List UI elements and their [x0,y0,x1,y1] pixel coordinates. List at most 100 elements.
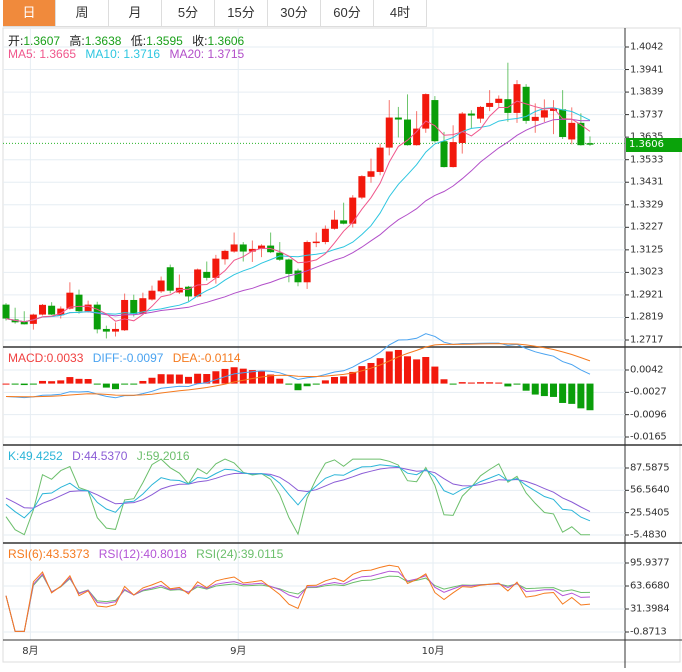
macd-bar [504,383,512,387]
kdj-axis-label: 56.5640 [630,484,670,496]
macd-bar [303,383,311,387]
ma20-label: MA20: 1.3715 [169,47,245,61]
candle-down [467,113,475,116]
dea-label: DEA:-0.0114 [172,351,241,365]
candle-up [486,102,494,107]
macd-bar [568,383,576,404]
macd-bar [495,382,503,384]
macd-bar [559,383,567,403]
candle-down [2,304,10,319]
rsi12-line [5,570,591,632]
candle-up [367,171,375,177]
main-axis-label: 1.3329 [630,199,664,211]
main-axis-label: 1.2921 [630,289,664,301]
rsi-axis-label: 63.6680 [630,580,670,592]
macd-bar [422,356,430,384]
high-value: 1.3638 [84,34,122,48]
j-line [5,458,590,536]
candle-up [449,142,457,168]
low-value: 1.3595 [146,34,183,48]
macd-bar [550,383,557,397]
candle-up [212,258,220,278]
macd-bar [413,359,421,384]
macd-bar [586,383,594,411]
macd-bar [157,374,165,384]
chart-canvas[interactable] [0,0,682,672]
macd-bar [385,351,393,384]
ma-legend: MA5: 1.3665 MA10: 1.3716 MA20: 1.3715 [8,47,250,61]
macd-bar [540,383,548,397]
candle-down [559,109,567,138]
macd-bar [321,380,329,384]
macd-bar [84,378,92,384]
rsi6-label: RSI(6):43.5373 [8,547,90,561]
candle-up [495,98,503,103]
macd-bar [331,377,338,384]
macd-bar [358,366,366,384]
main-axis-label: 1.3941 [630,64,664,76]
macd-bar [458,382,466,384]
macd-bar [376,358,384,384]
candle-up [531,116,539,121]
candle-up [66,292,74,309]
macd-bar [404,356,411,384]
kdj-axis-label: 25.5405 [630,507,670,519]
close-key: 收: [192,34,208,48]
candle-down [394,117,402,120]
candle-up [376,147,384,172]
macd-bar [75,378,83,384]
macd-bar [11,383,19,385]
candle-up [112,328,119,332]
macd-bar [2,383,10,385]
macd-bar [394,349,402,384]
macd-axis-label: -0.0165 [630,431,667,443]
month-label: 8月 [22,646,39,657]
rsi24-line [5,574,591,632]
kdj-axis-label: -5.4830 [630,529,667,541]
candle-up [331,219,338,229]
rsi-legend: RSI(6):43.5373 RSI(12):40.8018 RSI(24):3… [8,547,289,561]
candle-down [75,294,83,312]
macd-axis-label: -0.0096 [630,409,667,421]
candle-down [48,305,56,315]
candle-up [157,280,165,292]
macd-legend: MACD:0.0033 DIFF:-0.0097 DEA:-0.0114 [8,351,247,365]
rsi-axis-label: -0.8713 [630,626,667,638]
macd-bar [130,383,138,385]
macd-bar [294,383,302,391]
main-axis-label: 1.3023 [630,266,664,278]
candle-up [540,110,548,118]
ma20-line [5,118,591,323]
ma10-label: MA10: 1.3716 [85,47,161,61]
macd-bar [194,373,202,384]
candle-down [130,299,138,314]
high-key: 高: [69,34,85,48]
diff-label: DIFF:-0.0097 [92,351,164,365]
candle-up [358,176,366,198]
macd-bar [486,382,494,384]
macd-bar [449,383,457,385]
candle-up [458,113,466,143]
rsi24-label: RSI(24):39.0115 [196,547,284,561]
candle-up [321,228,329,243]
candle-down [239,244,247,252]
candle-down [294,270,302,283]
macd-bar [285,383,293,385]
candle-up [513,84,521,113]
candle-up [221,250,229,260]
macd-bar [66,377,74,384]
main-axis-label: 1.2819 [630,311,664,323]
candle-up [312,241,320,244]
macd-bar [121,383,129,385]
kdj-axis-label: 87.5875 [630,462,670,474]
j-label: J:59.2016 [136,449,190,463]
macd-bar [48,381,56,384]
candle-up [349,197,357,224]
macd-bar [522,383,530,391]
macd-bar [467,382,475,384]
month-label: 10月 [421,646,445,657]
macd-bar [93,383,101,385]
macd-bar [57,380,65,384]
candle-down [431,100,439,142]
candle-up [84,304,92,312]
